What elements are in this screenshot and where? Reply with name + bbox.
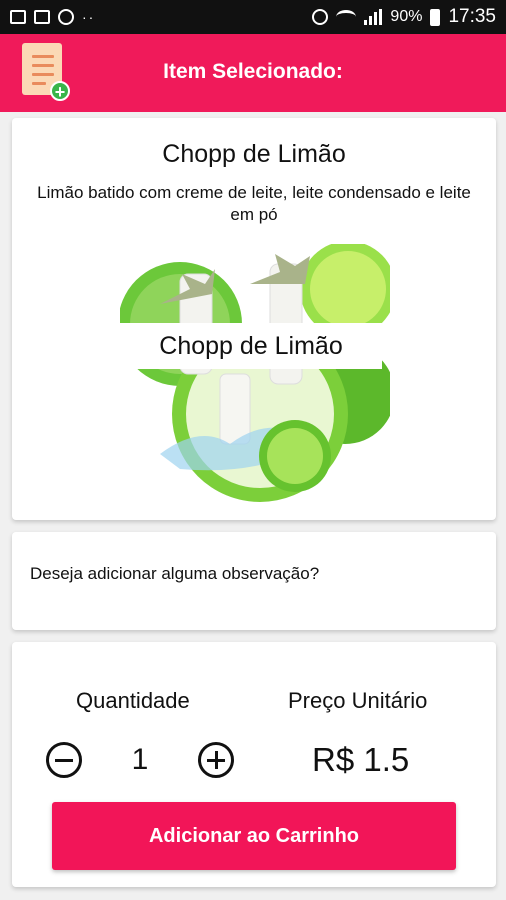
- wifi-icon: [336, 10, 357, 24]
- quantity-label: Quantidade: [76, 688, 190, 713]
- item-card: Chopp de Limão Limão batido com creme de…: [12, 118, 496, 520]
- status-left: ··: [10, 9, 95, 25]
- decrease-quantity-button[interactable]: [46, 742, 82, 778]
- image-notification-icon: [10, 10, 26, 24]
- alarm-notification-icon: [58, 9, 74, 25]
- signal-icon: [364, 9, 383, 25]
- clock: 17:35: [448, 6, 496, 27]
- ribbon-right: [250, 254, 310, 284]
- plus-icon-vertical: [214, 751, 218, 769]
- calendar-notification-icon: [34, 10, 50, 24]
- glass-center: [219, 373, 251, 445]
- item-description: Limão batido com creme de leite, leite c…: [37, 183, 471, 224]
- item-name: Chopp de Limão: [162, 140, 346, 168]
- status-bar: ·· 90% 17:35: [0, 0, 506, 34]
- unit-price-value: R$ 1.5: [312, 741, 410, 778]
- add-to-cart-button[interactable]: Adicionar ao Carrinho: [52, 802, 456, 870]
- lime-slice-top-inner: [310, 251, 386, 327]
- page-title: Item Selecionado:: [163, 60, 343, 83]
- product-image-label: Chopp de Limão: [120, 323, 382, 369]
- order-card: Quantidade Preço Unitário 1 R$ 1.5 Adici…: [12, 642, 496, 887]
- quantity-value: 1: [131, 743, 149, 776]
- more-notifications-icon: ··: [82, 9, 96, 25]
- increase-quantity-button[interactable]: [198, 742, 234, 778]
- battery-icon: [430, 8, 441, 26]
- lime-slice-small-inner: [267, 428, 323, 484]
- alarm-icon: [312, 9, 329, 25]
- status-right: 90% 17:35: [312, 6, 496, 28]
- add-badge-icon: +: [50, 81, 70, 102]
- battery-percent: 90%: [390, 8, 423, 25]
- product-image: [120, 244, 390, 502]
- observation-prompt[interactable]: Deseja adicionar alguma observação?: [30, 564, 319, 584]
- order-list-line: [32, 55, 54, 58]
- unit-price-label: Preço Unitário: [288, 688, 428, 713]
- app-bar: + Item Selecionado:: [0, 34, 506, 112]
- minus-icon: [55, 758, 73, 762]
- note-card[interactable]: Deseja adicionar alguma observação?: [12, 532, 496, 630]
